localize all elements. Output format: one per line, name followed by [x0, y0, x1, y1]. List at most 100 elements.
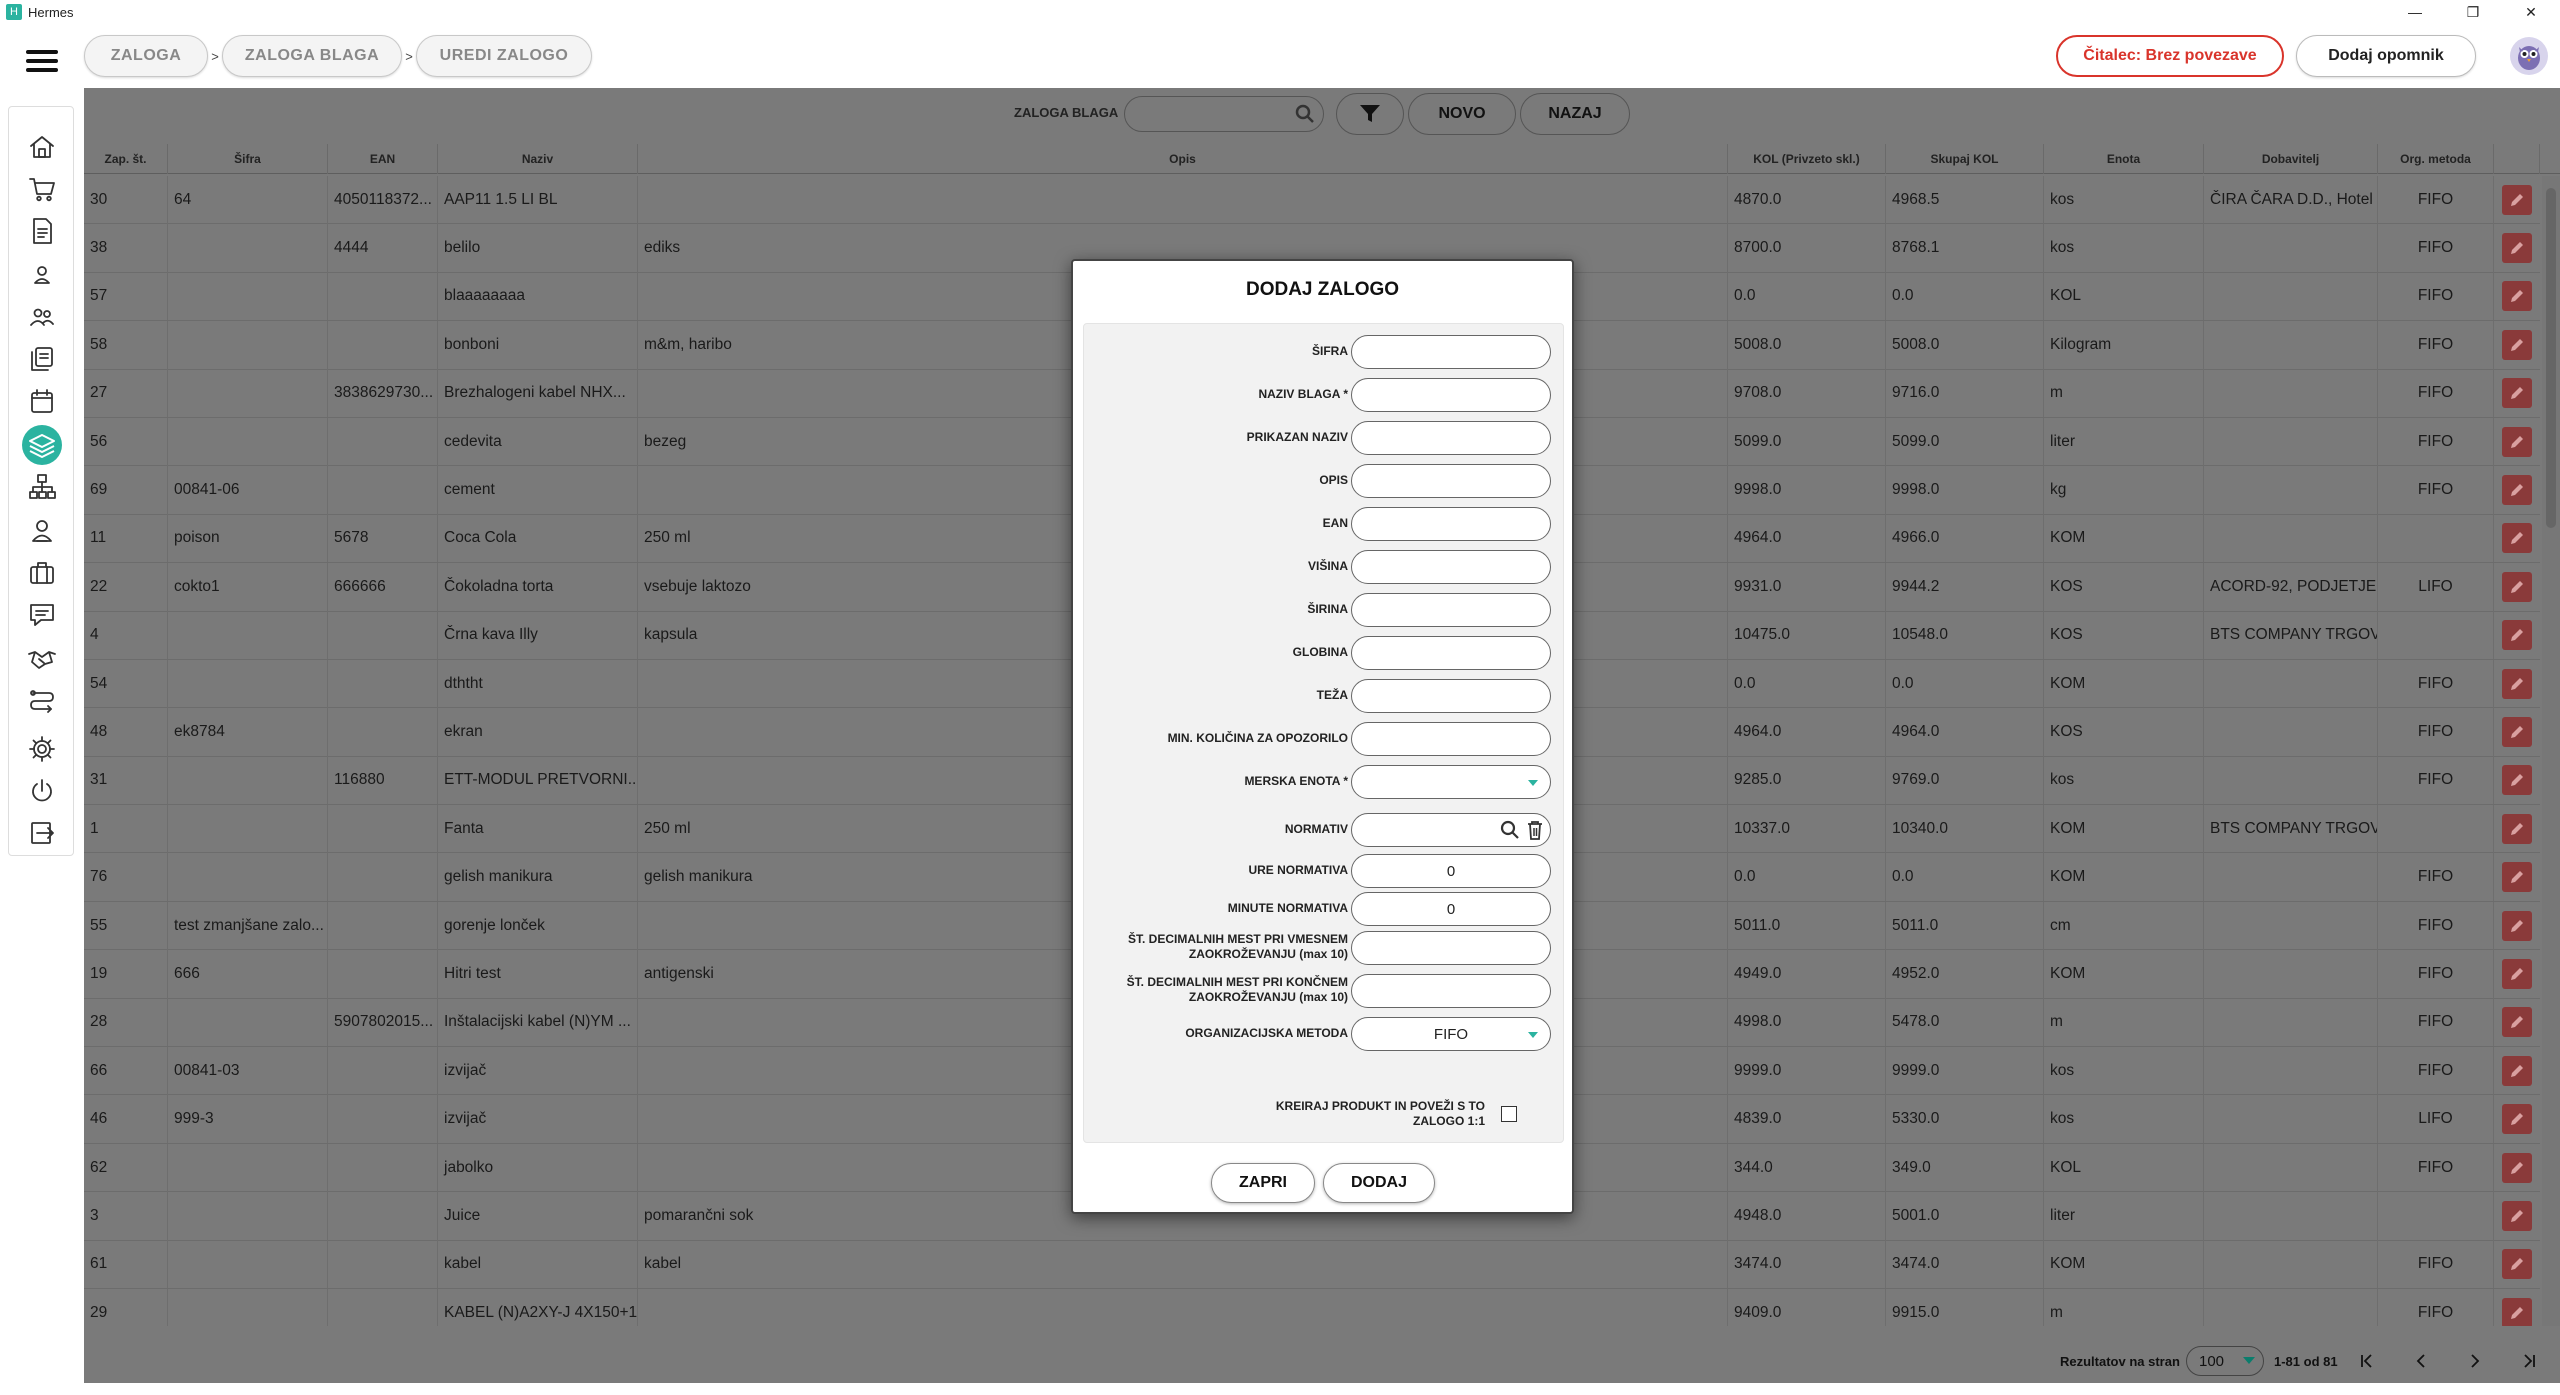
sidebar-item-briefcase[interactable]: [22, 553, 62, 593]
sifra-field[interactable]: [1351, 335, 1551, 369]
edit-button[interactable]: [2502, 717, 2532, 747]
next-page-button[interactable]: [2462, 1348, 2488, 1374]
sidebar-item-network[interactable]: [22, 467, 62, 507]
column-header[interactable]: Naziv: [438, 144, 638, 174]
column-header[interactable]: Opis: [638, 144, 1728, 174]
close-window-button[interactable]: ✕: [2502, 0, 2560, 24]
column-header[interactable]: Org. metoda: [2378, 144, 2494, 174]
edit-button[interactable]: [2502, 233, 2532, 264]
edit-button[interactable]: [2502, 571, 2532, 602]
column-header[interactable]: Dobavitelj: [2204, 144, 2378, 174]
edit-button[interactable]: [2502, 668, 2532, 699]
sidebar-item-home[interactable]: [22, 127, 62, 167]
org-metoda-field[interactable]: FIFO: [1351, 1017, 1551, 1051]
globina-field[interactable]: [1351, 636, 1551, 670]
edit-button[interactable]: [2502, 1055, 2532, 1086]
sidebar-item-logout[interactable]: [22, 813, 62, 853]
column-header[interactable]: Zap. št.: [84, 144, 168, 174]
filter-button[interactable]: [1336, 93, 1404, 135]
edit-button[interactable]: [2502, 1007, 2532, 1038]
min-kol-field[interactable]: [1351, 722, 1551, 756]
table-row[interactable]: 61 kabel kabel 3474.0 3474.0 KOM FIFO: [84, 1240, 2540, 1289]
menu-icon[interactable]: [26, 50, 58, 72]
last-page-button[interactable]: [2516, 1348, 2542, 1374]
page-size-select[interactable]: 100: [2186, 1346, 2264, 1376]
sidebar-item-calendar[interactable]: [22, 381, 62, 421]
sidebar-item-users[interactable]: [22, 297, 62, 337]
add-reminder-button[interactable]: Dodaj opomnik: [2296, 35, 2476, 77]
dec-vmesno-field[interactable]: [1351, 931, 1551, 965]
ean-field[interactable]: [1351, 507, 1551, 541]
sidebar-item-user[interactable]: [22, 255, 62, 295]
sidebar-item-chat[interactable]: [22, 595, 62, 635]
sidebar-item-cart[interactable]: [22, 169, 62, 209]
table-row[interactable]: 29 KABEL (N)A2XY-J 4X150+1.5 9409.0 9915.0 m…: [84, 1288, 2540, 1326]
first-page-button[interactable]: [2354, 1348, 2380, 1374]
add-button[interactable]: DODAJ: [1323, 1163, 1435, 1203]
column-header[interactable]: Šifra: [168, 144, 328, 174]
table-scrollbar[interactable]: [2542, 176, 2560, 1326]
edit-button[interactable]: [2502, 184, 2532, 215]
column-header[interactable]: KOL (Privzeto skl.): [1728, 144, 1886, 174]
sidebar-item-layers[interactable]: [22, 425, 62, 465]
trash-icon[interactable]: [1526, 820, 1544, 840]
search-input[interactable]: [1124, 96, 1324, 132]
sidebar-item-person-badge[interactable]: [22, 511, 62, 551]
back-button[interactable]: NAZAJ: [1520, 93, 1630, 135]
breadcrumb-item[interactable]: ZALOGA: [84, 35, 208, 77]
edit-button[interactable]: [2502, 1152, 2532, 1183]
edit-button[interactable]: [2502, 426, 2532, 457]
column-header[interactable]: Enota: [2044, 144, 2204, 174]
sidebar-item-route[interactable]: [22, 681, 62, 721]
sirina-field[interactable]: [1351, 593, 1551, 627]
sidebar-item-copy[interactable]: [22, 339, 62, 379]
edit-button[interactable]: [2502, 620, 2532, 651]
avatar[interactable]: [2510, 37, 2548, 75]
sidebar-item-document[interactable]: [22, 211, 62, 251]
new-button[interactable]: NOVO: [1408, 93, 1516, 135]
edit-button[interactable]: [2502, 1297, 2532, 1326]
column-header[interactable]: Skupaj KOL: [1886, 144, 2044, 174]
prev-page-button[interactable]: [2408, 1348, 2434, 1374]
edit-button[interactable]: [2502, 1249, 2532, 1280]
dec-koncno-field[interactable]: [1351, 974, 1551, 1008]
ure-field[interactable]: 0: [1351, 854, 1551, 888]
breadcrumb-item[interactable]: ZALOGA BLAGA: [222, 35, 402, 77]
edit-button[interactable]: [2502, 1104, 2532, 1135]
prikazan-field[interactable]: [1351, 421, 1551, 455]
edit-button[interactable]: [2502, 958, 2532, 989]
close-dialog-button[interactable]: ZAPRI: [1211, 1163, 1315, 1203]
edit-button[interactable]: [2502, 765, 2532, 796]
table-row[interactable]: 30 64 4050118372... AAP11 1.5 LI BL 4870.0 49…: [84, 176, 2540, 225]
minimize-button[interactable]: —: [2386, 0, 2444, 24]
edit-button[interactable]: [2502, 910, 2532, 941]
search-icon[interactable]: [1500, 820, 1520, 840]
edit-button[interactable]: [2502, 1200, 2532, 1231]
create-product-checkbox[interactable]: [1501, 1106, 1517, 1122]
edit-button[interactable]: [2502, 475, 2532, 506]
edit-button[interactable]: [2502, 378, 2532, 409]
breadcrumb-item[interactable]: UREDI ZALOGO: [416, 35, 592, 77]
merska-field[interactable]: [1351, 765, 1551, 799]
table-cell: Brezhalogeni kabel NHX...: [438, 369, 638, 418]
edit-button[interactable]: [2502, 281, 2532, 312]
sidebar-item-handshake[interactable]: [22, 639, 62, 679]
edit-button[interactable]: [2502, 813, 2532, 844]
opis-field[interactable]: [1351, 464, 1551, 498]
visina-field[interactable]: [1351, 550, 1551, 584]
column-header[interactable]: EAN: [328, 144, 438, 174]
edit-button[interactable]: [2502, 862, 2532, 893]
minute-field[interactable]: 0: [1351, 892, 1551, 926]
naziv-field[interactable]: [1351, 378, 1551, 412]
teza-field[interactable]: [1351, 679, 1551, 713]
form-row-opis: OPIS: [1084, 461, 1565, 499]
normativ-field[interactable]: [1351, 813, 1551, 847]
column-header[interactable]: [2494, 144, 2540, 174]
restore-button[interactable]: ❐: [2444, 0, 2502, 24]
edit-button[interactable]: [2502, 523, 2532, 554]
reader-status-button[interactable]: Čitalec: Brez povezave: [2056, 35, 2284, 77]
edit-button[interactable]: [2502, 329, 2532, 360]
sidebar-item-gear[interactable]: [22, 729, 62, 769]
sidebar-item-power[interactable]: [22, 771, 62, 811]
scrollbar-thumb[interactable]: [2546, 188, 2556, 528]
